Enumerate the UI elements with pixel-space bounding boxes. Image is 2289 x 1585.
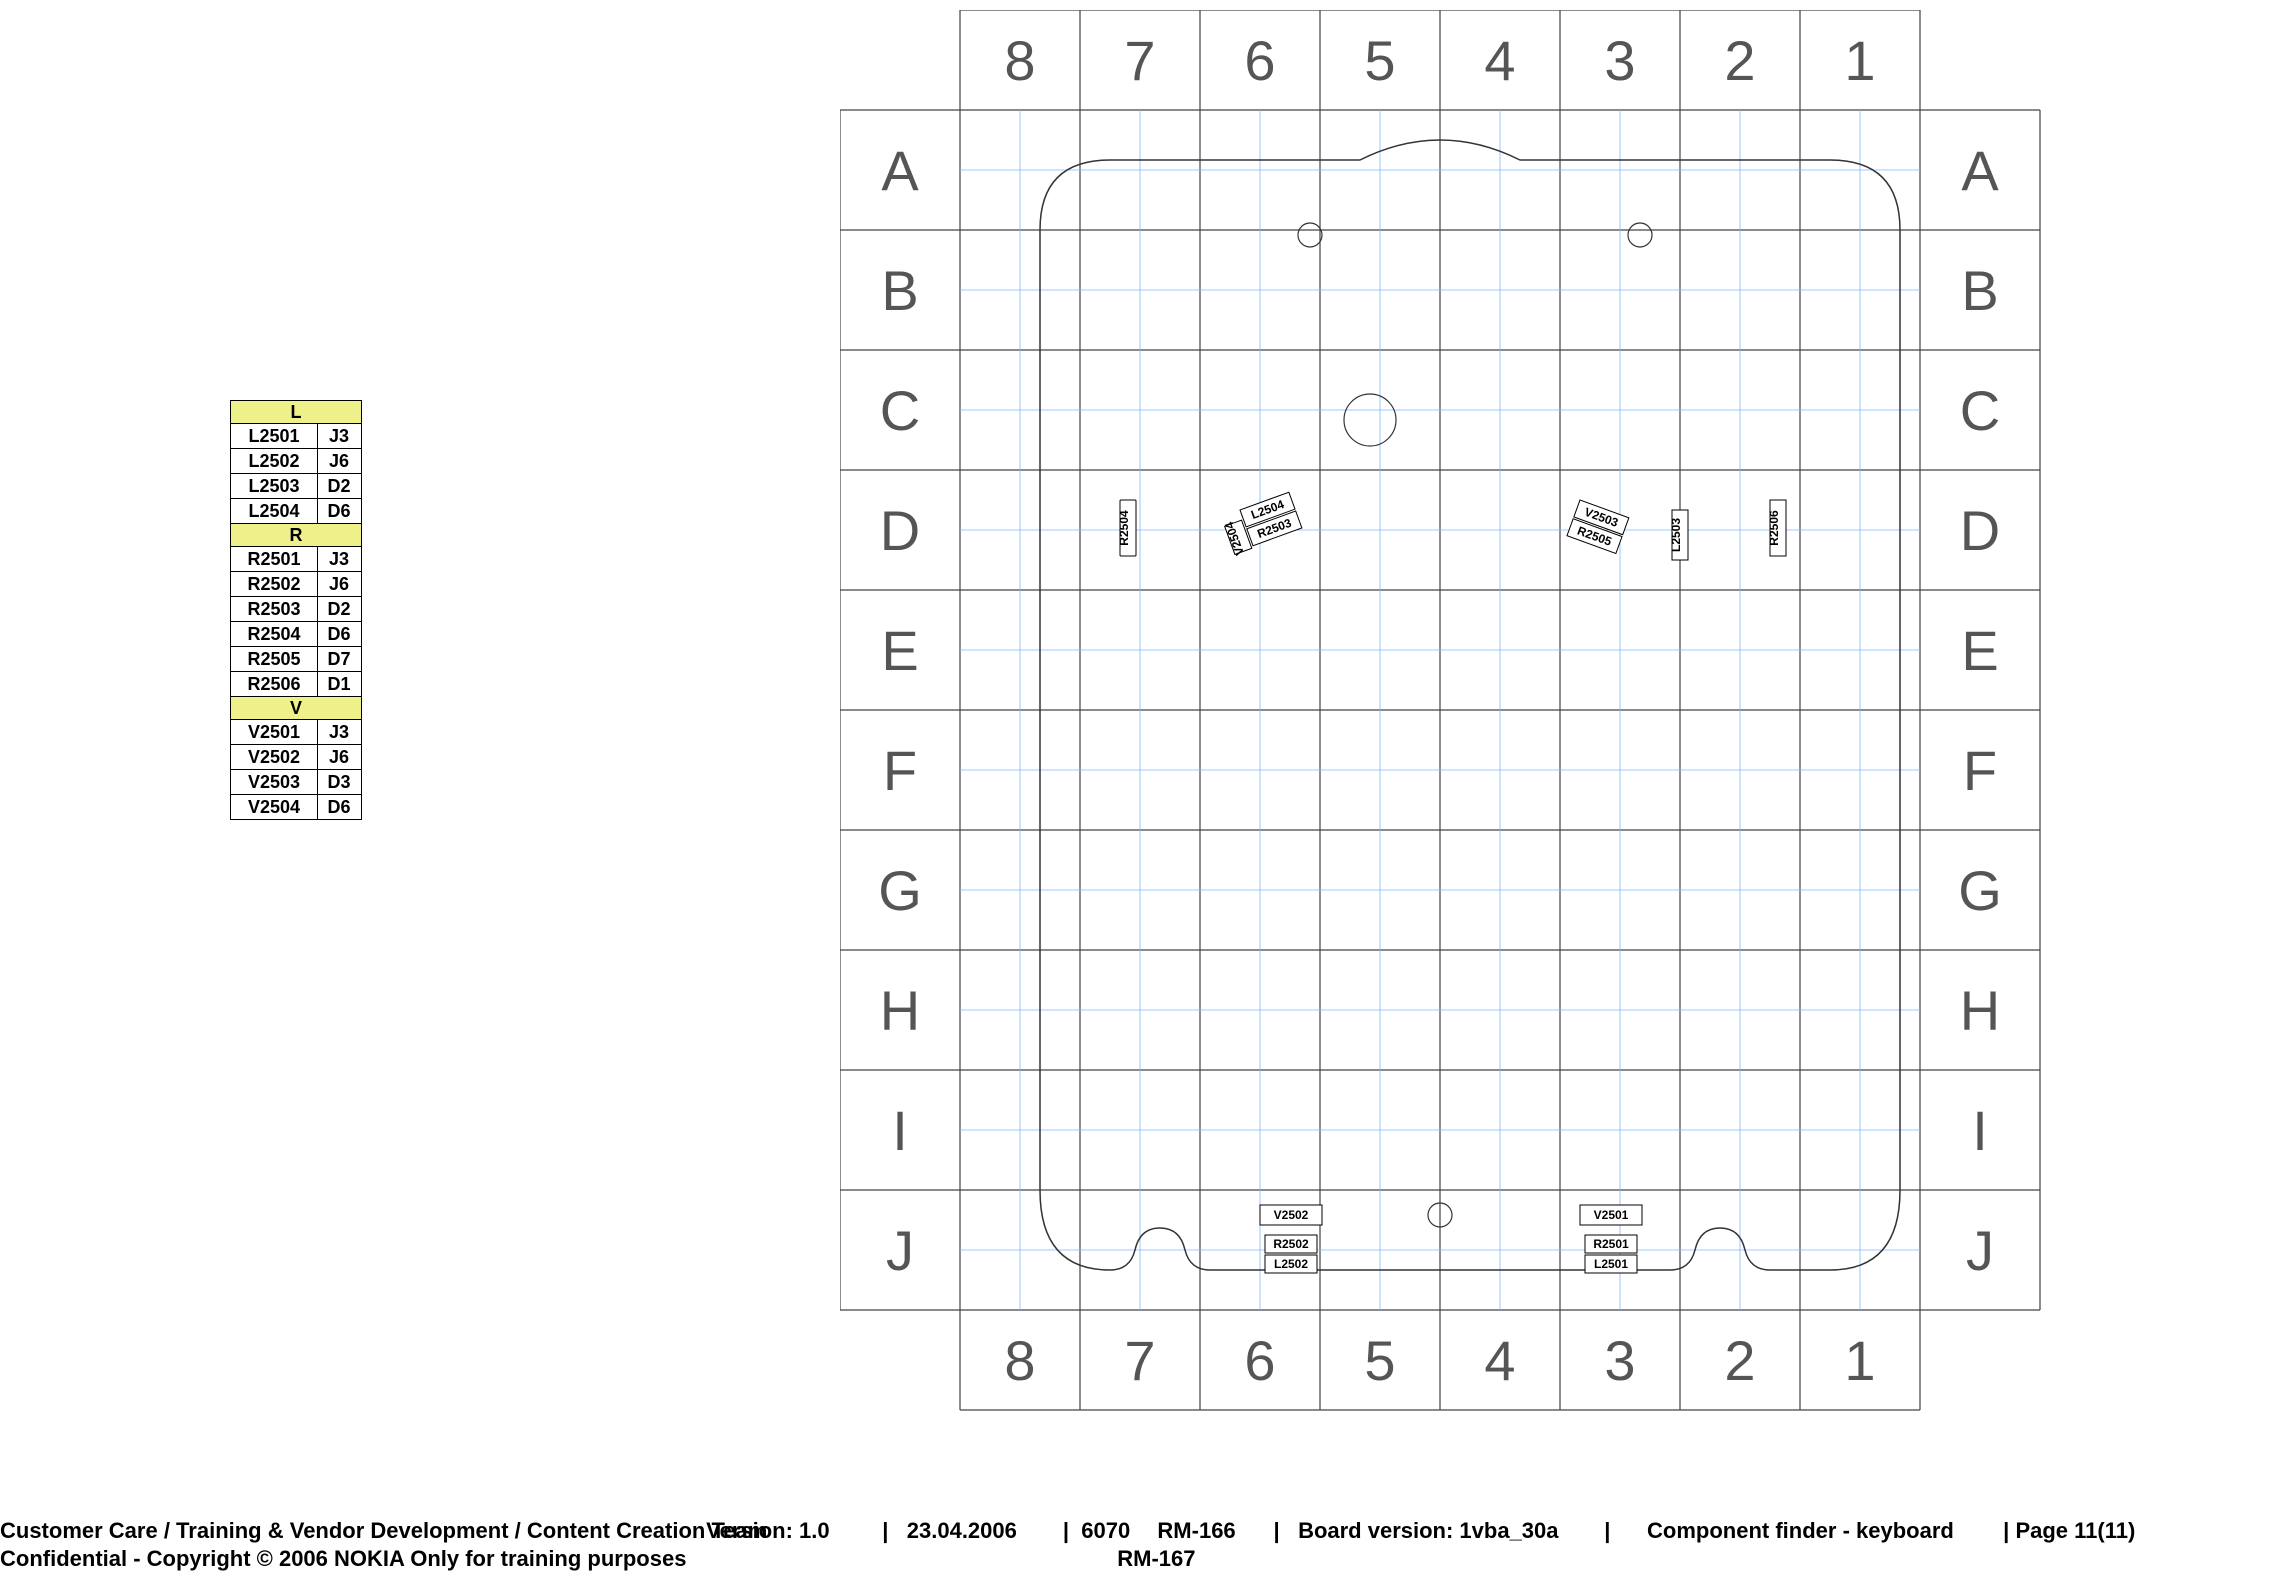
table-row: R2502J6 [231,572,361,597]
footer-confidential: Confidential - Copyright © 2006 NOKIA On… [0,1545,700,1573]
row-label: A [1961,139,1999,202]
row-label: I [1972,1099,1988,1162]
footer-board: Board version: 1vba_30a [1298,1517,1598,1545]
footer-page: Page 11(11) [2015,1517,2135,1545]
component-cluster-D3: V2503 R2505 [1567,500,1629,553]
table-row: V2504D6 [231,795,361,820]
hole-icon [1344,394,1396,446]
footer-rm2: RM-167 [1117,1545,1195,1573]
footer-rm1: RM-166 [1157,1517,1267,1545]
svg-text:R2504: R2504 [1117,510,1131,546]
svg-text:V2501: V2501 [1594,1208,1629,1222]
component-cluster-J6: V2502 R2502 L2502 [1260,1205,1322,1273]
col-label: 1 [1844,29,1875,92]
footer-title: Component finder - keyboard [1647,1517,1997,1545]
svg-text:L2501: L2501 [1594,1257,1628,1271]
col-label: 4 [1484,29,1515,92]
row-label: D [880,499,920,562]
component-R2506: R2506 [1767,500,1786,556]
col-label: 7 [1124,1329,1155,1392]
component-cluster-J3: V2501 R2501 L2501 [1580,1205,1642,1273]
board-grid: 8 7 6 5 4 3 2 1 8 7 6 5 4 3 2 1 A B C D … [840,10,2280,1515]
board-outline-icon [1040,140,1900,1270]
table-header-V: V [231,697,361,720]
footer-team: Customer Care / Training & Vendor Develo… [0,1517,700,1545]
row-label: D [1960,499,2000,562]
page-footer: Customer Care / Training & Vendor Develo… [0,1517,2289,1573]
footer-product: 6070 [1081,1517,1151,1545]
row-label: C [880,379,920,442]
row-label: F [1963,739,1997,802]
col-label: 6 [1244,29,1275,92]
row-label: B [881,259,918,322]
table-row: V2502J6 [231,745,361,770]
row-label: I [892,1099,908,1162]
row-label: A [881,139,919,202]
table-header-R: R [231,524,361,547]
col-label: 3 [1604,29,1635,92]
svg-text:R2506: R2506 [1767,510,1781,546]
table-row: V2503D3 [231,770,361,795]
footer-version: Version: 1.0 [706,1517,876,1545]
table-row: R2503D2 [231,597,361,622]
row-label: J [886,1219,914,1282]
col-label: 7 [1124,29,1155,92]
row-label: J [1966,1219,1994,1282]
col-label: 1 [1844,1329,1875,1392]
row-label: B [1961,259,1998,322]
page-root: L L2501J3 L2502J6 L2503D2 L2504D6 R R250… [0,0,2289,1585]
row-label: E [881,619,918,682]
svg-text:L2502: L2502 [1274,1257,1308,1271]
col-label: 5 [1364,1329,1395,1392]
hole-icon [1298,223,1322,247]
row-label: G [878,859,922,922]
svg-text:V2502: V2502 [1274,1208,1309,1222]
svg-text:R2502: R2502 [1273,1237,1309,1251]
col-label: 3 [1604,1329,1635,1392]
col-label: 4 [1484,1329,1515,1392]
svg-text:R2501: R2501 [1593,1237,1629,1251]
component-tables: L L2501J3 L2502J6 L2503D2 L2504D6 R R250… [230,400,362,820]
col-label: 2 [1724,1329,1755,1392]
row-label: F [883,739,917,802]
table-header-L: L [231,401,361,424]
table-row: L2503D2 [231,474,361,499]
col-label: 2 [1724,29,1755,92]
col-label: 5 [1364,29,1395,92]
table-row: L2504D6 [231,499,361,524]
hole-icon [1628,223,1652,247]
table-row: R2506D1 [231,672,361,697]
table-row: L2502J6 [231,449,361,474]
row-label: G [1958,859,2002,922]
row-label: C [1960,379,2000,442]
table-row: R2505D7 [231,647,361,672]
row-label: H [880,979,920,1042]
col-label: 8 [1004,29,1035,92]
table-row: R2504D6 [231,622,361,647]
component-cluster-D6: L2504 R2503 V2504 [1219,492,1303,557]
row-label: E [1961,619,1998,682]
component-R2504: R2504 [1117,500,1136,556]
footer-date: 23.04.2006 [907,1517,1057,1545]
component-L2503: L2503 [1669,510,1688,560]
col-label: 8 [1004,1329,1035,1392]
svg-text:L2503: L2503 [1669,518,1683,552]
table-row: V2501J3 [231,720,361,745]
table-row: R2501J3 [231,547,361,572]
col-label: 6 [1244,1329,1275,1392]
row-label: H [1960,979,2000,1042]
table-row: L2501J3 [231,424,361,449]
